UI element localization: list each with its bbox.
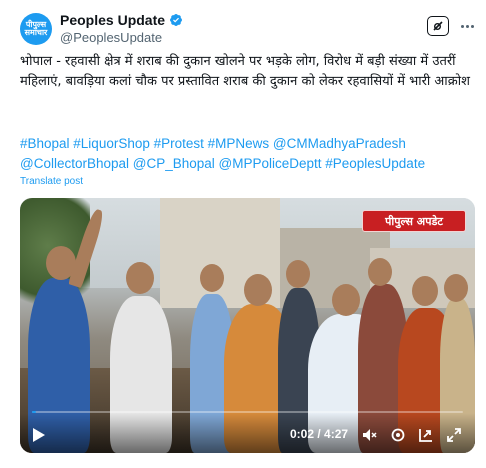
video-time-display: 0:02 / 4:27	[290, 427, 349, 441]
channel-badge: पीपुल्स अपडेट	[362, 210, 466, 232]
more-icon	[460, 24, 464, 28]
fullscreen-icon[interactable]	[446, 427, 462, 443]
video-progress-bar[interactable]	[32, 411, 463, 413]
more-icon-dot	[470, 24, 474, 28]
tweet-hashtags[interactable]: #Bhopal #LiquorShop #Protest #MPNews @CM…	[20, 134, 476, 174]
grok-button[interactable]	[427, 16, 449, 36]
avatar[interactable]: पीपुल्स समाचार	[20, 13, 52, 45]
volume-icon[interactable]	[362, 427, 378, 443]
translate-post-link[interactable]: Translate post	[20, 176, 83, 187]
more-button[interactable]	[458, 18, 476, 34]
channel-badge-text: पीपुल्स अपडेट	[385, 214, 443, 228]
grok-icon	[433, 21, 443, 31]
settings-icon[interactable]	[390, 427, 406, 443]
video-player[interactable]: पीपुल्स अपडेट 0:02 / 4:27	[20, 198, 475, 453]
author-handle[interactable]: @PeoplesUpdate	[60, 30, 162, 45]
video-progress-fill	[32, 411, 37, 413]
display-name[interactable]: Peoples Update	[60, 12, 165, 28]
author-name-row[interactable]: Peoples Update	[60, 12, 183, 28]
verified-badge-icon	[170, 14, 183, 26]
video-controls-overlay	[20, 413, 475, 453]
more-icon-dot	[465, 24, 469, 28]
pip-icon[interactable]	[418, 427, 434, 443]
play-icon[interactable]	[32, 427, 46, 443]
avatar-logo-text: पीपुल्स समाचार	[24, 20, 48, 37]
tweet-text: भोपाल - रहवासी क्षेत्र में शराब की दुकान…	[20, 54, 470, 89]
